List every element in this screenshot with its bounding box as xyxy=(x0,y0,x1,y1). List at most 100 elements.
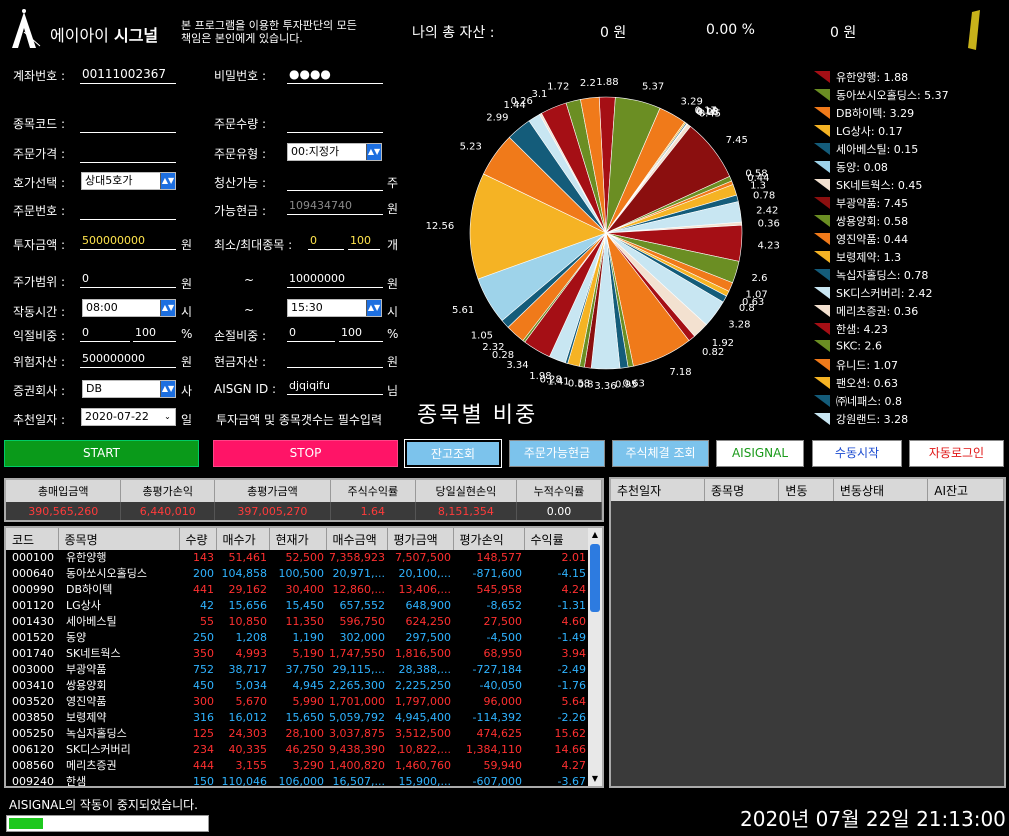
dropdown-arrow-icon[interactable]: ▲▼ xyxy=(160,173,175,189)
table-cell: 000640 xyxy=(12,567,54,580)
scroll-down-icon[interactable]: ▼ xyxy=(588,772,602,786)
recommend-column-header[interactable]: 추천일자 xyxy=(611,479,705,501)
pie-data-label: 2.42 xyxy=(756,205,778,216)
order-cash-button[interactable]: 주문가능현금 xyxy=(509,440,605,467)
table-row[interactable]: 003850 보령제약 316 16,012 15,650 5,059,792 4,945,… xyxy=(6,710,588,726)
legend-item: 강원랜드: 3.28 xyxy=(814,411,908,429)
time-label: 작동시간 : xyxy=(13,305,66,319)
min-field[interactable]: 0 xyxy=(308,232,344,250)
holdings-grid[interactable]: 코드 종목명 수량 매수가 현재가 매수금액 평가금액 평가손익 수익률 000100 유한양행 1… xyxy=(4,526,604,788)
stop-button[interactable]: STOP xyxy=(213,440,398,467)
grid-column-header[interactable]: 수익률 xyxy=(524,528,589,550)
start-button[interactable]: START xyxy=(4,440,199,467)
grid-column-header[interactable]: 평가금액 xyxy=(387,528,454,550)
dropdown-arrow-icon[interactable]: ▲▼ xyxy=(366,144,381,160)
pie-data-label: 3.1 xyxy=(531,89,547,100)
broker-select[interactable]: DB ▲▼ xyxy=(82,380,176,398)
recommend-column-header[interactable]: 변동상태 xyxy=(833,479,929,501)
grid-column-header[interactable]: 평가손익 xyxy=(453,528,525,550)
takeprofit-max-field[interactable]: 100 xyxy=(133,324,176,342)
table-row[interactable]: 000640 동아쏘시오홀딩스 200 104,858 100,500 20,971,..… xyxy=(6,566,588,582)
legend-label: SK네트웍스: 0.45 xyxy=(836,179,923,192)
recommend-date-picker[interactable]: 2020-07-22 ⌄ xyxy=(81,408,176,426)
qty-field[interactable] xyxy=(287,115,383,133)
table-row[interactable]: 001120 LG상사 42 15,656 15,450 657,552 648,900 -8… xyxy=(6,598,588,614)
time-from-select[interactable]: 08:00 ▲▼ xyxy=(82,299,176,317)
dropdown-arrow-icon[interactable]: ▲▼ xyxy=(160,300,175,316)
table-row[interactable]: 000100 유한양행 143 51,461 52,500 7,358,923 7,507,… xyxy=(6,550,588,566)
pie-data-label: 2.32 xyxy=(482,342,504,353)
chevron-down-icon[interactable]: ⌄ xyxy=(160,409,175,425)
order-type-select[interactable]: 00:지정가 ▲▼ xyxy=(287,143,382,161)
pie-data-label: 0.8 xyxy=(739,303,755,314)
stoploss-min-field[interactable]: 0 xyxy=(287,324,335,342)
aisignal-button[interactable]: AISIGNAL xyxy=(716,440,804,467)
table-cell: 148,577 xyxy=(476,551,523,564)
scroll-up-icon[interactable]: ▲ xyxy=(588,528,602,542)
table-cell: 003850 xyxy=(12,711,54,724)
table-row[interactable]: 009240 한샘 150 110,046 106,000 16,507,... 15,90… xyxy=(6,774,588,786)
recommend-column-header[interactable]: AI잔고 xyxy=(927,479,1004,501)
table-row[interactable]: 006120 SK디스커버리 234 40,335 46,250 9,438,390 10,… xyxy=(6,742,588,758)
disclaimer: 본 프로그램을 이용한 투자판단의 모든 책임은 본인에게 있습니다. xyxy=(181,19,357,45)
table-cell: 15,650 xyxy=(285,711,325,724)
table-cell: 42 xyxy=(200,599,214,612)
table-cell: 동아쏘시오홀딩스 xyxy=(66,567,147,580)
price-field[interactable] xyxy=(80,145,176,163)
table-row[interactable]: 001740 SK네트웍스 350 4,993 5,190 1,747,550 1,816,… xyxy=(6,646,588,662)
grid-column-header[interactable]: 코드 xyxy=(6,528,59,550)
password-field[interactable]: ●●●● xyxy=(287,66,383,84)
table-cell: 30,400 xyxy=(285,583,325,596)
table-row[interactable]: 001520 동양 250 1,208 1,190 302,000 297,500 -4,50… xyxy=(6,630,588,646)
grid-scrollbar[interactable]: ▲ ▼ xyxy=(588,528,602,786)
legend-item: 녹십자홀딩스: 0.78 xyxy=(814,267,928,285)
cash-asset-label: 현금자산 : xyxy=(214,355,267,369)
dropdown-arrow-icon[interactable]: ▲▼ xyxy=(160,381,175,397)
table-cell: 5,670 xyxy=(235,695,268,708)
grid-column-header[interactable]: 현재가 xyxy=(269,528,327,550)
table-row[interactable]: 003000 부광약품 752 38,717 37,750 29,115,... 28,38… xyxy=(6,662,588,678)
autologin-button[interactable]: 자동로그인 xyxy=(909,440,1004,467)
price-label: 주문가격 : xyxy=(13,147,66,161)
pie-data-label: 0.45 xyxy=(699,109,721,120)
stoploss-max-field[interactable]: 100 xyxy=(339,324,383,342)
filled-button[interactable]: 주식체결 조회 xyxy=(612,440,709,467)
aisgn-field[interactable]: djqiqifu xyxy=(287,377,383,395)
recommend-column-header[interactable]: 종목명 xyxy=(704,479,780,501)
manual-start-button[interactable]: 수동시작 xyxy=(812,440,902,467)
recommend-column-header[interactable]: 변동 xyxy=(778,479,834,501)
total-asset-label: 나의 총 자산 : xyxy=(412,25,495,41)
recommend-grid[interactable]: 추천일자 종목명 변동 변동상태 AI잔고 xyxy=(609,477,1006,788)
table-row[interactable]: 003410 쌍용양회 450 5,034 4,945 2,265,300 2,225,25… xyxy=(6,678,588,694)
account-field[interactable]: 00111002367 xyxy=(80,66,176,84)
grid-column-header[interactable]: 수량 xyxy=(179,528,217,550)
table-row[interactable]: 000990 DB하이텍 441 29,162 30,400 12,860,... 13,4… xyxy=(6,582,588,598)
grid-column-header[interactable]: 종목명 xyxy=(58,528,180,550)
hoga-select[interactable]: 상대5호가 ▲▼ xyxy=(81,172,176,190)
scroll-thumb[interactable] xyxy=(590,544,600,612)
takeprofit-min-field[interactable]: 0 xyxy=(80,324,130,342)
legend-label: 한샘: 4.23 xyxy=(836,323,888,336)
invest-field[interactable]: 500000000 xyxy=(80,232,176,250)
legend-swatch xyxy=(814,413,830,425)
max-field[interactable]: 100 xyxy=(348,232,380,250)
grid-column-header[interactable]: 매수가 xyxy=(216,528,270,550)
balance-button[interactable]: 잔고조회 xyxy=(404,439,502,468)
dropdown-arrow-icon[interactable]: ▲▼ xyxy=(366,300,381,316)
code-field[interactable] xyxy=(80,115,176,133)
price-from-field[interactable]: 0 xyxy=(80,270,176,288)
table-row[interactable]: 001430 세아베스틸 55 10,850 11,350 596,750 624,250 2… xyxy=(6,614,588,630)
table-row[interactable]: 008560 메리츠증권 444 3,155 3,290 1,400,820 1,460,7… xyxy=(6,758,588,774)
time-to-select[interactable]: 15:30 ▲▼ xyxy=(287,299,382,317)
table-row[interactable]: 005250 녹십자홀딩스 125 24,303 28,100 3,037,875 3,51… xyxy=(6,726,588,742)
order-no-field[interactable] xyxy=(80,202,176,220)
price-to-field[interactable]: 10000000 xyxy=(287,270,383,288)
table-cell: 3,290 xyxy=(292,759,325,772)
pie-data-label: 3.34 xyxy=(506,360,528,371)
legend-label: 유니드: 1.07 xyxy=(836,359,899,372)
risk-asset-field: 500000000 xyxy=(80,350,176,368)
table-row[interactable]: 003520 영진약품 300 5,670 5,990 1,701,000 1,797,00… xyxy=(6,694,588,710)
grid-column-header[interactable]: 매수금액 xyxy=(326,528,388,550)
table-cell: 234 xyxy=(193,743,214,756)
table-cell: 4,945 xyxy=(292,679,325,692)
